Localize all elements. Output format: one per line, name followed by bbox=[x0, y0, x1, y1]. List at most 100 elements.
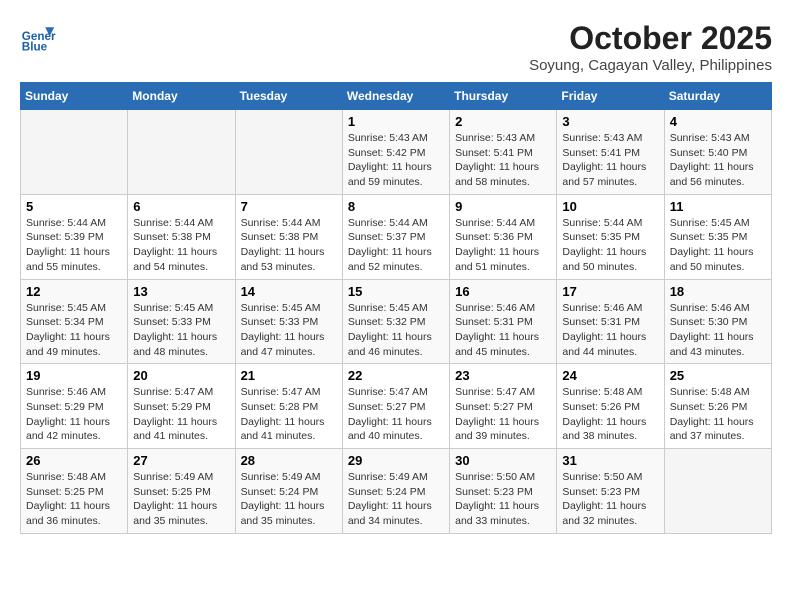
day-info: Sunrise: 5:45 AM Sunset: 5:32 PM Dayligh… bbox=[348, 301, 444, 360]
calendar-cell: 18Sunrise: 5:46 AM Sunset: 5:30 PM Dayli… bbox=[664, 279, 771, 364]
day-info: Sunrise: 5:44 AM Sunset: 5:38 PM Dayligh… bbox=[133, 216, 229, 275]
day-info: Sunrise: 5:48 AM Sunset: 5:25 PM Dayligh… bbox=[26, 470, 122, 529]
calendar-cell: 27Sunrise: 5:49 AM Sunset: 5:25 PM Dayli… bbox=[128, 449, 235, 534]
day-number: 20 bbox=[133, 368, 229, 383]
day-number: 28 bbox=[241, 453, 337, 468]
calendar-cell: 22 Sunrise: 5:47 AM Sunset: 5:27 PM Dayli… bbox=[342, 364, 449, 449]
svg-text:Blue: Blue bbox=[22, 41, 48, 54]
calendar-cell: 16 Sunrise: 5:46 AM Sunset: 5:31 PM Dayli… bbox=[450, 279, 557, 364]
day-info: Sunrise: 5:45 AM Sunset: 5:33 PM Dayligh… bbox=[241, 301, 337, 360]
weekday-header: Thursday bbox=[450, 83, 557, 110]
day-number: 19 bbox=[26, 368, 122, 383]
day-number: 29 bbox=[348, 453, 444, 468]
calendar-cell: 11 Sunrise: 5:45 AM Sunset: 5:35 PM Dayli… bbox=[664, 194, 771, 279]
day-number: 31 bbox=[562, 453, 658, 468]
calendar-table: SundayMondayTuesdayWednesdayThursdayFrid… bbox=[20, 82, 772, 534]
day-number: 14 bbox=[241, 284, 337, 299]
location-title: Soyung, Cagayan Valley, Philippines bbox=[529, 57, 772, 74]
calendar-week-row: 19 Sunrise: 5:46 AM Sunset: 5:29 PM Dayli… bbox=[21, 364, 772, 449]
calendar-cell: 5Sunrise: 5:44 AM Sunset: 5:39 PM Daylig… bbox=[21, 194, 128, 279]
day-info: Sunrise: 5:44 AM Sunset: 5:36 PM Dayligh… bbox=[455, 216, 551, 275]
calendar-cell: 8 Sunrise: 5:44 AM Sunset: 5:37 PM Daylig… bbox=[342, 194, 449, 279]
day-info: Sunrise: 5:48 AM Sunset: 5:26 PM Dayligh… bbox=[562, 385, 658, 444]
day-info: Sunrise: 5:43 AM Sunset: 5:41 PM Dayligh… bbox=[455, 131, 551, 190]
day-number: 16 bbox=[455, 284, 551, 299]
calendar-cell: 1 Sunrise: 5:43 AM Sunset: 5:42 PM Daylig… bbox=[342, 110, 449, 195]
day-number: 22 bbox=[348, 368, 444, 383]
calendar-cell: 2 Sunrise: 5:43 AM Sunset: 5:41 PM Daylig… bbox=[450, 110, 557, 195]
calendar-cell: 3 Sunrise: 5:43 AM Sunset: 5:41 PM Daylig… bbox=[557, 110, 664, 195]
calendar-cell: 9 Sunrise: 5:44 AM Sunset: 5:36 PM Daylig… bbox=[450, 194, 557, 279]
calendar-cell: 26 Sunrise: 5:48 AM Sunset: 5:25 PM Dayli… bbox=[21, 449, 128, 534]
day-info: Sunrise: 5:45 AM Sunset: 5:35 PM Dayligh… bbox=[670, 216, 766, 275]
day-info: Sunrise: 5:48 AM Sunset: 5:26 PM Dayligh… bbox=[670, 385, 766, 444]
calendar-cell: 14 Sunrise: 5:45 AM Sunset: 5:33 PM Dayli… bbox=[235, 279, 342, 364]
calendar-cell: 30Sunrise: 5:50 AM Sunset: 5:23 PM Dayli… bbox=[450, 449, 557, 534]
calendar-cell: 25 Sunrise: 5:48 AM Sunset: 5:26 PM Dayli… bbox=[664, 364, 771, 449]
day-number: 2 bbox=[455, 114, 551, 129]
day-number: 11 bbox=[670, 199, 766, 214]
calendar-cell: 10 Sunrise: 5:44 AM Sunset: 5:35 PM Dayli… bbox=[557, 194, 664, 279]
day-number: 9 bbox=[455, 199, 551, 214]
calendar-cell bbox=[664, 449, 771, 534]
day-info: Sunrise: 5:43 AM Sunset: 5:42 PM Dayligh… bbox=[348, 131, 444, 190]
weekday-header: Wednesday bbox=[342, 83, 449, 110]
day-info: Sunrise: 5:49 AM Sunset: 5:24 PM Dayligh… bbox=[348, 470, 444, 529]
day-number: 17 bbox=[562, 284, 658, 299]
day-info: Sunrise: 5:46 AM Sunset: 5:29 PM Dayligh… bbox=[26, 385, 122, 444]
day-info: Sunrise: 5:43 AM Sunset: 5:40 PM Dayligh… bbox=[670, 131, 766, 190]
day-number: 7 bbox=[241, 199, 337, 214]
calendar-cell: 17 Sunrise: 5:46 AM Sunset: 5:31 PM Dayli… bbox=[557, 279, 664, 364]
day-info: Sunrise: 5:44 AM Sunset: 5:38 PM Dayligh… bbox=[241, 216, 337, 275]
calendar-body: 1 Sunrise: 5:43 AM Sunset: 5:42 PM Daylig… bbox=[21, 110, 772, 534]
weekday-header: Sunday bbox=[21, 83, 128, 110]
weekday-header: Monday bbox=[128, 83, 235, 110]
day-number: 30 bbox=[455, 453, 551, 468]
calendar-cell: 6Sunrise: 5:44 AM Sunset: 5:38 PM Daylig… bbox=[128, 194, 235, 279]
calendar-header: SundayMondayTuesdayWednesdayThursdayFrid… bbox=[21, 83, 772, 110]
day-number: 10 bbox=[562, 199, 658, 214]
month-title: October 2025 bbox=[529, 20, 772, 57]
day-info: Sunrise: 5:44 AM Sunset: 5:39 PM Dayligh… bbox=[26, 216, 122, 275]
weekday-row: SundayMondayTuesdayWednesdayThursdayFrid… bbox=[21, 83, 772, 110]
weekday-header: Friday bbox=[557, 83, 664, 110]
day-info: Sunrise: 5:47 AM Sunset: 5:29 PM Dayligh… bbox=[133, 385, 229, 444]
calendar-cell: 7 Sunrise: 5:44 AM Sunset: 5:38 PM Daylig… bbox=[235, 194, 342, 279]
calendar-week-row: 1 Sunrise: 5:43 AM Sunset: 5:42 PM Daylig… bbox=[21, 110, 772, 195]
calendar-week-row: 12 Sunrise: 5:45 AM Sunset: 5:34 PM Dayli… bbox=[21, 279, 772, 364]
calendar-cell: 4Sunrise: 5:43 AM Sunset: 5:40 PM Daylig… bbox=[664, 110, 771, 195]
day-number: 25 bbox=[670, 368, 766, 383]
day-number: 23 bbox=[455, 368, 551, 383]
calendar-cell bbox=[128, 110, 235, 195]
day-number: 8 bbox=[348, 199, 444, 214]
logo-icon: General Blue bbox=[20, 20, 56, 56]
day-number: 3 bbox=[562, 114, 658, 129]
day-info: Sunrise: 5:47 AM Sunset: 5:27 PM Dayligh… bbox=[348, 385, 444, 444]
calendar-cell: 29 Sunrise: 5:49 AM Sunset: 5:24 PM Dayli… bbox=[342, 449, 449, 534]
calendar-cell: 15Sunrise: 5:45 AM Sunset: 5:32 PM Dayli… bbox=[342, 279, 449, 364]
day-number: 12 bbox=[26, 284, 122, 299]
calendar-cell bbox=[21, 110, 128, 195]
day-number: 26 bbox=[26, 453, 122, 468]
calendar-cell: 21Sunrise: 5:47 AM Sunset: 5:28 PM Dayli… bbox=[235, 364, 342, 449]
calendar-cell bbox=[235, 110, 342, 195]
calendar-cell: 28 Sunrise: 5:49 AM Sunset: 5:24 PM Dayli… bbox=[235, 449, 342, 534]
day-info: Sunrise: 5:46 AM Sunset: 5:31 PM Dayligh… bbox=[562, 301, 658, 360]
calendar-cell: 13Sunrise: 5:45 AM Sunset: 5:33 PM Dayli… bbox=[128, 279, 235, 364]
calendar-cell: 19 Sunrise: 5:46 AM Sunset: 5:29 PM Dayli… bbox=[21, 364, 128, 449]
day-info: Sunrise: 5:46 AM Sunset: 5:30 PM Dayligh… bbox=[670, 301, 766, 360]
calendar-week-row: 26 Sunrise: 5:48 AM Sunset: 5:25 PM Dayli… bbox=[21, 449, 772, 534]
day-info: Sunrise: 5:44 AM Sunset: 5:35 PM Dayligh… bbox=[562, 216, 658, 275]
day-info: Sunrise: 5:46 AM Sunset: 5:31 PM Dayligh… bbox=[455, 301, 551, 360]
day-info: Sunrise: 5:49 AM Sunset: 5:24 PM Dayligh… bbox=[241, 470, 337, 529]
day-number: 1 bbox=[348, 114, 444, 129]
day-number: 27 bbox=[133, 453, 229, 468]
weekday-header: Saturday bbox=[664, 83, 771, 110]
day-info: Sunrise: 5:44 AM Sunset: 5:37 PM Dayligh… bbox=[348, 216, 444, 275]
day-info: Sunrise: 5:50 AM Sunset: 5:23 PM Dayligh… bbox=[562, 470, 658, 529]
day-info: Sunrise: 5:43 AM Sunset: 5:41 PM Dayligh… bbox=[562, 131, 658, 190]
day-number: 21 bbox=[241, 368, 337, 383]
day-number: 13 bbox=[133, 284, 229, 299]
calendar-cell: 24Sunrise: 5:48 AM Sunset: 5:26 PM Dayli… bbox=[557, 364, 664, 449]
day-info: Sunrise: 5:45 AM Sunset: 5:34 PM Dayligh… bbox=[26, 301, 122, 360]
